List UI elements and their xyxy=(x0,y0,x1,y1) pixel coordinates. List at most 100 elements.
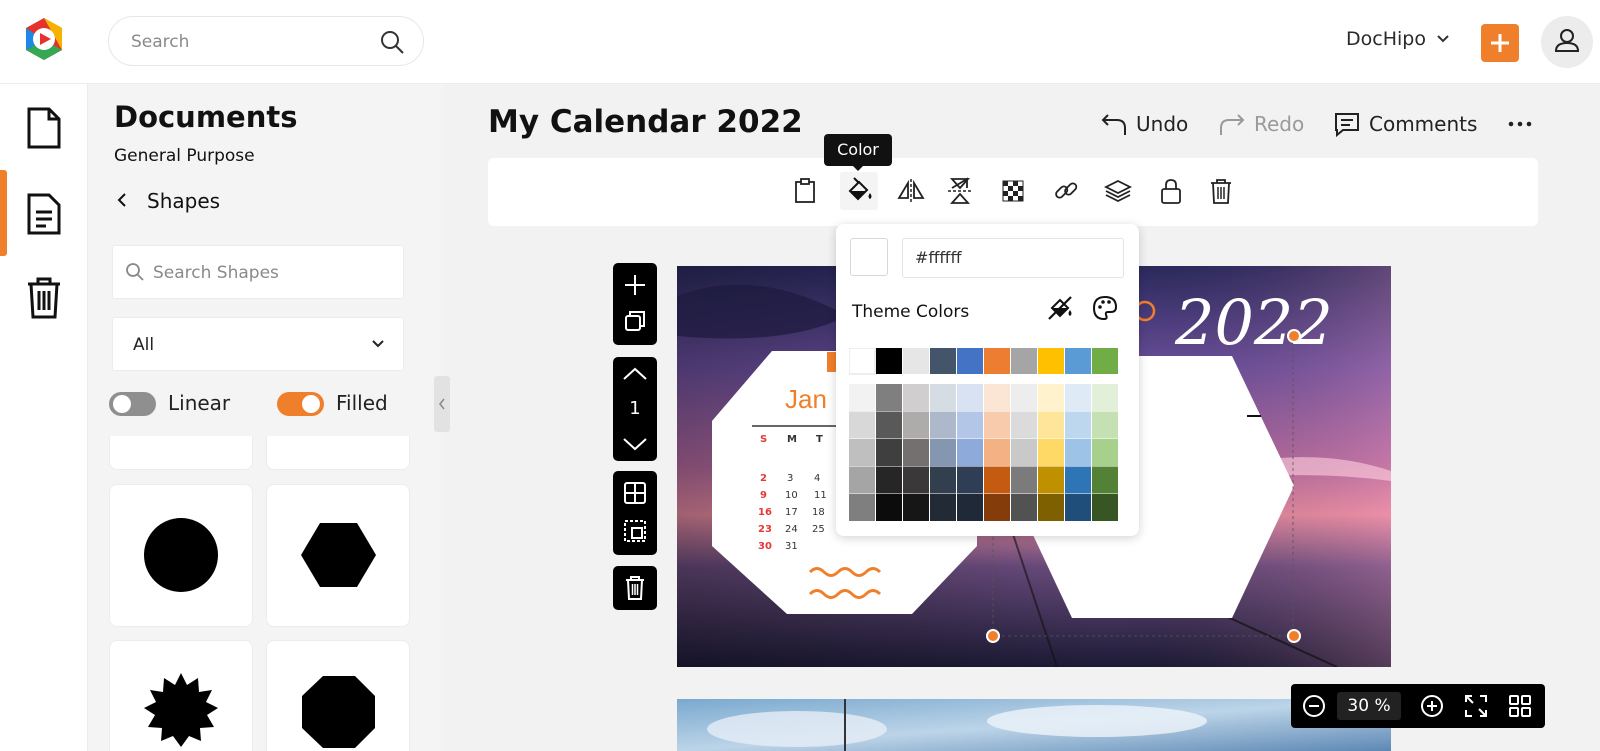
filled-switch[interactable] xyxy=(277,392,324,416)
shape-tile[interactable] xyxy=(109,436,253,470)
user-avatar[interactable] xyxy=(1541,16,1593,68)
shade-color-swatch[interactable] xyxy=(876,384,902,411)
shape-tile-circle[interactable] xyxy=(109,484,253,627)
dochipo-logo[interactable] xyxy=(22,16,66,62)
shade-color-swatch[interactable] xyxy=(849,494,875,521)
shade-color-swatch[interactable] xyxy=(930,494,956,521)
shade-color-swatch[interactable] xyxy=(876,411,902,439)
global-search-input[interactable]: Search xyxy=(108,16,424,66)
hex-color-input[interactable]: #ffffff xyxy=(902,238,1124,278)
flip-horizontal-icon[interactable] xyxy=(896,176,926,206)
linear-switch[interactable] xyxy=(109,392,156,416)
shape-tile-octagon[interactable] xyxy=(266,640,410,751)
zoom-level[interactable]: 30 % xyxy=(1337,692,1401,720)
shade-color-swatch[interactable] xyxy=(930,411,956,439)
resize-handle[interactable] xyxy=(1287,629,1301,643)
shape-tile-starburst[interactable] xyxy=(109,640,253,751)
shape-tile[interactable] xyxy=(266,436,410,470)
shade-color-swatch[interactable] xyxy=(957,466,983,494)
theme-color-swatch[interactable] xyxy=(1011,348,1037,374)
shade-color-swatch[interactable] xyxy=(876,466,902,494)
flip-vertical-icon[interactable] xyxy=(945,176,975,206)
theme-color-swatches[interactable] xyxy=(849,348,1123,522)
rail-item-trash[interactable] xyxy=(0,254,88,340)
redo-button[interactable]: Redo xyxy=(1218,110,1318,140)
shade-color-swatch[interactable] xyxy=(1065,384,1091,411)
shade-color-swatch[interactable] xyxy=(1011,494,1037,521)
shade-color-swatch[interactable] xyxy=(984,439,1010,466)
shade-color-swatch[interactable] xyxy=(984,494,1010,521)
shade-color-swatch[interactable] xyxy=(1011,384,1037,411)
shade-color-swatch[interactable] xyxy=(1038,466,1064,494)
margin-guides-icon[interactable] xyxy=(623,519,647,543)
more-options-icon[interactable] xyxy=(1507,114,1533,134)
chevron-up-icon[interactable] xyxy=(622,365,648,383)
current-color-swatch[interactable] xyxy=(850,238,888,276)
theme-color-swatch[interactable] xyxy=(1038,348,1064,374)
theme-color-swatch[interactable] xyxy=(903,348,929,374)
add-page-icon[interactable] xyxy=(623,273,647,297)
search-icon[interactable] xyxy=(379,29,405,55)
shade-color-swatch[interactable] xyxy=(1092,411,1118,439)
chevron-down-icon[interactable] xyxy=(1436,32,1450,46)
page-grid-view-icon[interactable] xyxy=(1508,694,1532,718)
shade-color-swatch[interactable] xyxy=(930,466,956,494)
shape-tile-hexagon[interactable] xyxy=(266,484,410,627)
theme-color-swatch[interactable] xyxy=(1092,348,1118,374)
shade-color-swatch[interactable] xyxy=(849,411,875,439)
fill-color-icon[interactable] xyxy=(840,172,878,210)
transparency-icon[interactable] xyxy=(998,176,1028,206)
shade-color-swatch[interactable] xyxy=(930,384,956,411)
collapse-panel-button[interactable] xyxy=(434,376,450,432)
shade-color-swatch[interactable] xyxy=(984,466,1010,494)
canvas-page-2[interactable] xyxy=(677,699,1391,751)
shade-color-swatch[interactable] xyxy=(1011,411,1037,439)
zoom-in-icon[interactable] xyxy=(1420,694,1444,718)
theme-color-swatch[interactable] xyxy=(1065,348,1091,374)
document-title[interactable]: My Calendar 2022 xyxy=(488,104,803,140)
shade-color-swatch[interactable] xyxy=(1092,466,1118,494)
shade-color-swatch[interactable] xyxy=(1092,439,1118,466)
lock-icon[interactable] xyxy=(1156,176,1186,206)
duplicate-page-icon[interactable] xyxy=(623,309,647,333)
shade-color-swatch[interactable] xyxy=(849,439,875,466)
search-shapes-input[interactable]: Search Shapes xyxy=(112,245,404,299)
shade-color-swatch[interactable] xyxy=(1065,439,1091,466)
shade-color-swatch[interactable] xyxy=(957,439,983,466)
layers-icon[interactable] xyxy=(1103,176,1133,206)
shade-color-swatch[interactable] xyxy=(1038,384,1064,411)
shade-color-swatch[interactable] xyxy=(957,411,983,439)
delete-page-icon[interactable] xyxy=(624,575,646,601)
clipboard-icon[interactable] xyxy=(790,176,820,206)
no-fill-icon[interactable] xyxy=(1046,294,1074,322)
delete-icon[interactable] xyxy=(1206,176,1236,206)
shade-color-swatch[interactable] xyxy=(903,466,929,494)
undo-button[interactable]: Undo xyxy=(1100,110,1200,140)
shade-color-swatch[interactable] xyxy=(1065,466,1091,494)
shade-color-swatch[interactable] xyxy=(957,384,983,411)
shade-color-swatch[interactable] xyxy=(1011,466,1037,494)
linear-toggle[interactable]: Linear xyxy=(109,390,249,416)
theme-color-swatch[interactable] xyxy=(984,348,1010,374)
theme-color-swatch[interactable] xyxy=(930,348,956,374)
shade-color-swatch[interactable] xyxy=(849,466,875,494)
shade-color-swatch[interactable] xyxy=(903,384,929,411)
back-to-shapes-button[interactable]: Shapes xyxy=(114,186,314,216)
theme-color-swatch[interactable] xyxy=(849,348,876,375)
workspace-name[interactable]: DocHipo xyxy=(1346,28,1426,50)
shade-color-swatch[interactable] xyxy=(1092,384,1118,411)
shade-color-swatch[interactable] xyxy=(1065,411,1091,439)
shade-color-swatch[interactable] xyxy=(903,411,929,439)
create-new-button[interactable] xyxy=(1481,24,1519,62)
shade-color-swatch[interactable] xyxy=(903,494,929,521)
shade-color-swatch[interactable] xyxy=(1092,494,1118,521)
fit-to-screen-icon[interactable] xyxy=(1464,694,1488,718)
shade-color-swatch[interactable] xyxy=(1038,494,1064,521)
shade-color-swatch[interactable] xyxy=(957,494,983,521)
resize-handle[interactable] xyxy=(1287,329,1301,343)
filled-toggle[interactable]: Filled xyxy=(277,390,417,416)
zoom-out-icon[interactable] xyxy=(1302,694,1326,718)
shade-color-swatch[interactable] xyxy=(930,439,956,466)
shade-color-swatch[interactable] xyxy=(1038,411,1064,439)
shade-color-swatch[interactable] xyxy=(849,384,875,411)
